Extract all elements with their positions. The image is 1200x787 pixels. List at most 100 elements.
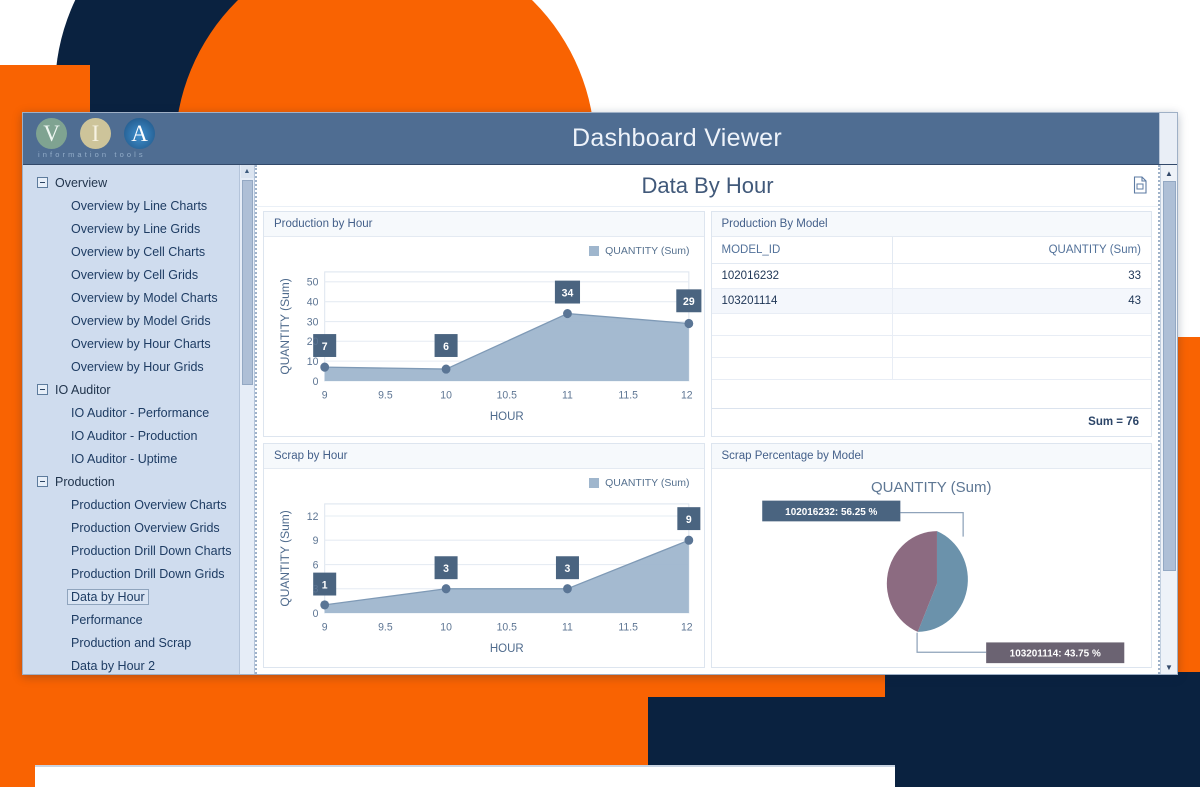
sidebar-item-overview-cell-charts[interactable]: Overview by Cell Charts (23, 240, 239, 263)
x-tick: 11.5 (618, 389, 638, 401)
sidebar-scrollbar-thumb[interactable] (241, 180, 253, 385)
sidebar-item-data-by-hour[interactable]: Data by Hour (23, 585, 239, 608)
x-tick: 11.5 (618, 621, 638, 633)
x-tick: 10 (440, 621, 452, 633)
sidebar-item-production-drill-down-charts[interactable]: Production Drill Down Charts (23, 539, 239, 562)
y-tick: 40 (307, 296, 319, 308)
sidebar-item-overview-model-charts[interactable]: Overview by Model Charts (23, 286, 239, 309)
cell-empty (892, 335, 1151, 358)
tree-group-io-auditor[interactable]: IO Auditor (23, 378, 239, 401)
point-label: 7 (322, 341, 328, 353)
sidebar-item-overview-hour-grids[interactable]: Overview by Hour Grids (23, 355, 239, 378)
sidebar-item-data-by-hour-2[interactable]: Data by Hour 2 (23, 654, 239, 674)
y-tick: 50 (307, 276, 319, 288)
x-tick: 9 (322, 389, 328, 401)
x-tick: 11 (562, 621, 573, 633)
cell-empty (892, 313, 1151, 336)
column-header-model-id[interactable]: MODEL_ID (711, 237, 894, 264)
point-label: 3 (443, 562, 449, 574)
tree-group-label: Production (55, 474, 115, 489)
chart-scrap-percentage-by-model[interactable]: QUANTITY (Sum) 102016232: 56.25 % 103201… (712, 469, 1152, 668)
screenshot-stage: V I A information tools Dashboard Viewer… (0, 0, 1200, 787)
content-title-bar: Data By Hour (257, 165, 1158, 207)
table-row-empty (711, 313, 1151, 336)
sidebar-item-io-auditor-performance[interactable]: IO Auditor - Performance (23, 401, 239, 424)
main-scrollbar-thumb[interactable] (1162, 181, 1176, 571)
data-table[interactable]: MODEL_ID QUANTITY (Sum) 102016232 33 103… (711, 237, 1151, 380)
collapse-toggle-icon[interactable] (37, 177, 48, 188)
cell-model-id: 103201114 (711, 288, 894, 314)
point-label: 34 (562, 287, 574, 299)
y-tick: 0 (313, 607, 319, 619)
collapse-toggle-icon[interactable] (37, 384, 48, 395)
window-title-container: Dashboard Viewer (255, 113, 1159, 164)
cell-empty (711, 335, 894, 358)
point-label: 29 (683, 296, 695, 308)
panel-production-by-model: Production By Model MODEL_ID QUANTITY (S… (710, 211, 1152, 437)
x-axis-label: HOUR (490, 410, 524, 423)
panel-title: Scrap by Hour (264, 443, 704, 469)
point-label: 1 (322, 579, 328, 591)
sidebar-item-overview-model-grids[interactable]: Overview by Model Grids (23, 309, 239, 332)
main-vertical-scrollbar[interactable]: ▲ ▼ (1160, 165, 1177, 674)
y-tick: 0 (313, 376, 319, 388)
sidebar-item-production-drill-down-grids[interactable]: Production Drill Down Grids (23, 562, 239, 585)
tree-group-label: IO Auditor (55, 382, 111, 397)
table-header-row: MODEL_ID QUANTITY (Sum) (711, 237, 1151, 264)
x-tick: 9.5 (378, 621, 393, 633)
window-title: Dashboard Viewer (571, 124, 782, 152)
document-export-icon[interactable] (1133, 176, 1148, 194)
sidebar-scrollbar[interactable]: ▲ (239, 165, 254, 674)
table-row-empty (711, 357, 1151, 380)
tree-group-overview[interactable]: Overview (23, 171, 239, 194)
column-header-quantity[interactable]: QUANTITY (Sum) (892, 237, 1151, 264)
panel-title: Production by Hour (264, 212, 704, 237)
chart-production-by-hour[interactable]: QUANTITY (Sum) 7 6 34 29 0 10 20 30 40 5… (264, 237, 704, 436)
x-tick: 9 (322, 621, 328, 633)
y-tick: 30 (307, 316, 319, 328)
cell-model-id: 102016232 (711, 263, 894, 289)
brand-tagline: information tools (38, 150, 146, 159)
navigation-tree[interactable]: Overview Overview by Line Charts Overvie… (23, 165, 239, 674)
scroll-up-arrow-icon[interactable]: ▲ (240, 165, 254, 178)
content-inner: Data By Hour Production by Hour QUANTITY… (257, 165, 1160, 674)
sidebar-item-overview-line-charts[interactable]: Overview by Line Charts (23, 194, 239, 217)
panel-title: Scrap Percentage by Model (711, 443, 1151, 469)
table-sum-footer: Sum = 76 (711, 407, 1151, 436)
sidebar-item-overview-cell-grids[interactable]: Overview by Cell Grids (23, 263, 239, 286)
y-tick: 12 (307, 510, 319, 522)
tree-group-production[interactable]: Production (23, 470, 239, 493)
header-scrollbar-cap (1159, 113, 1177, 164)
sidebar-item-production-and-scrap[interactable]: Production and Scrap (23, 631, 239, 654)
table-row[interactable]: 102016232 33 (711, 263, 1151, 289)
table-row-empty (711, 335, 1151, 358)
y-tick: 9 (313, 534, 319, 546)
scroll-down-arrow-icon[interactable]: ▼ (1162, 660, 1177, 674)
tree-group-label: Overview (55, 175, 108, 190)
sidebar-item-overview-line-grids[interactable]: Overview by Line Grids (23, 217, 239, 240)
pie-chart-svg: 102016232: 56.25 % 103201114: 43.75 % (761, 500, 1124, 663)
y-axis-label: QUANTITY (Sum) (279, 510, 292, 606)
point-label: 3 (565, 562, 571, 574)
sidebar-item-io-auditor-uptime[interactable]: IO Auditor - Uptime (23, 447, 239, 470)
sidebar-item-production-overview-grids[interactable]: Production Overview Grids (23, 516, 239, 539)
sidebar-item-io-auditor-production[interactable]: IO Auditor - Production (23, 424, 239, 447)
x-tick: 10 (440, 389, 452, 401)
scroll-up-arrow-icon[interactable]: ▲ (1162, 166, 1177, 180)
content-pane: Data By Hour Production by Hour QUANTITY… (255, 165, 1177, 674)
decorative-navy-block-bottom-2 (885, 672, 1200, 742)
chart-scrap-by-hour[interactable]: QUANTITY (Sum) 1 3 3 9 0 3 6 9 12 9 9.5 … (264, 469, 704, 668)
sidebar-item-performance[interactable]: Performance (23, 608, 239, 631)
x-tick: 12 (681, 389, 693, 401)
production-by-hour-svg: 7 6 34 29 0 10 20 30 40 50 9 9.5 10 10.5… (279, 271, 702, 423)
collapse-toggle-icon[interactable] (37, 476, 48, 487)
x-tick: 12 (681, 621, 693, 633)
pie-callout-label-2: 103201114: 43.75 % (1009, 648, 1100, 659)
table-row[interactable]: 103201114 43 (711, 288, 1151, 314)
grid-production-by-model[interactable]: MODEL_ID QUANTITY (Sum) 102016232 33 103… (711, 237, 1151, 436)
logo-letter-a-icon: A (124, 118, 155, 149)
page-title: Data By Hour (641, 172, 774, 198)
sidebar-item-overview-hour-charts[interactable]: Overview by Hour Charts (23, 332, 239, 355)
point-label: 6 (443, 341, 449, 353)
sidebar-item-production-overview-charts[interactable]: Production Overview Charts (23, 493, 239, 516)
